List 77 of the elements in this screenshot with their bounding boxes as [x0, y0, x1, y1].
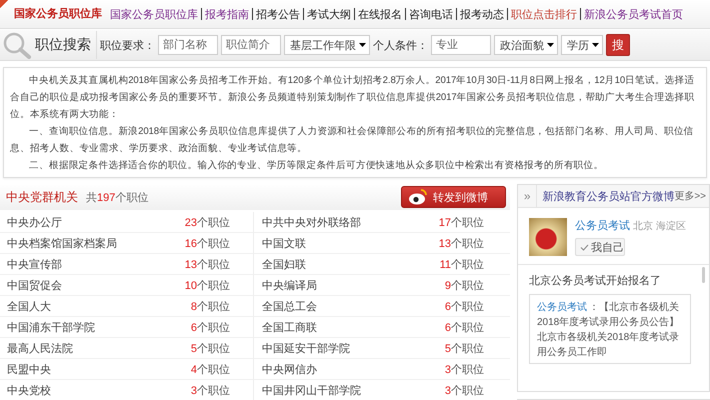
- unit-link[interactable]: 中国井冈山干部学院: [262, 382, 361, 398]
- unit-link[interactable]: 中央宣传部: [7, 256, 62, 272]
- unit-link[interactable]: 全国工商联: [262, 320, 317, 334]
- nav-link[interactable]: 职位点击排行: [508, 6, 580, 22]
- unit-link[interactable]: 中央编译局: [262, 278, 317, 292]
- text-input-field[interactable]: 部门名称: [158, 35, 218, 55]
- post-text: 北京公务员考试开始报名了: [529, 274, 662, 288]
- position-count: 6个职位: [444, 320, 484, 334]
- total-count: 共197个职位: [86, 190, 150, 204]
- dropdown-select[interactable]: 基层工作年限: [284, 35, 370, 55]
- dropdown-select[interactable]: 政治面貌: [494, 35, 558, 55]
- unit-link[interactable]: 中央办公厅: [7, 214, 62, 230]
- nav-link[interactable]: 咨询电话: [406, 6, 456, 22]
- self-button[interactable]: 我自己: [575, 238, 625, 256]
- intro-paragraph: 二、根据限定条件选择适合你的职位。输入你的专业、学历等限定条件后可方便快速地从众多职位中检索出有资格报考的所有职位。: [28, 159, 604, 173]
- unit-link[interactable]: 中央网信办: [262, 362, 317, 376]
- unit-link[interactable]: 中央档案馆国家档案局: [7, 236, 117, 250]
- position-count: 13个职位: [184, 258, 230, 272]
- caret-icon: [592, 43, 599, 47]
- search-icon: [2, 31, 32, 59]
- scrollbar-thumb[interactable]: [702, 267, 705, 283]
- quote-author-link[interactable]: 公务员考试: [537, 302, 587, 313]
- position-count: 23个职位: [184, 216, 230, 230]
- field-label: 职位要求：: [100, 38, 155, 52]
- account-name-link[interactable]: 公务员考试: [575, 220, 630, 232]
- search-button[interactable]: 搜: [606, 34, 630, 56]
- unit-link[interactable]: 中央党校: [7, 382, 51, 398]
- position-count: 6个职位: [444, 300, 484, 314]
- intro-paragraph: 一、查询职位信息。新浪2018年国家公务员职位信息库提供了人力资源和社会保障部公布的所有招考职位的完整信息，包括部门名称、用人司局、职位信息、招考人数、专业需求、学历要求、政治面貌、专业考试信息等。: [10, 125, 695, 156]
- position-count: 5个职位: [444, 342, 484, 356]
- unit-link[interactable]: 中共中央对外联络部: [262, 214, 361, 230]
- position-count: 4个职位: [190, 362, 230, 376]
- unit-link[interactable]: 中国浦东干部学院: [7, 320, 95, 334]
- dropdown-select[interactable]: 学历: [561, 35, 603, 55]
- unit-link[interactable]: 最高人民法院: [7, 340, 73, 356]
- more-link[interactable]: 更多>>: [674, 189, 709, 203]
- field-label: 个人条件：: [373, 38, 428, 52]
- search-title: 职位搜索: [35, 36, 91, 54]
- position-count: 11个职位: [440, 258, 484, 272]
- nav-link[interactable]: 国家公务员职位库: [107, 6, 201, 22]
- nav-link[interactable]: 报考指南: [202, 6, 252, 22]
- position-count: 6个职位: [190, 320, 230, 334]
- position-count: 10个职位: [184, 278, 230, 292]
- nav-link[interactable]: 在线报名: [355, 6, 405, 22]
- unit-link[interactable]: 全国人大: [7, 298, 51, 314]
- position-count: 16个职位: [184, 236, 230, 250]
- position-count: 8个职位: [190, 300, 230, 314]
- caret-icon: [359, 43, 366, 47]
- position-count: 3个职位: [444, 384, 484, 398]
- intro-paragraph: 中央机关及其直属机构2018年国家公务员招考工作开始。有120多个单位计划招考2.8万余人。2017年10月30日-11月8日网上报名，12月10日笔试。选择适合自己的职位是成功报考国家公务员的重要环节。新浪公务员频道特别策划制作了职位信息库提供2017年国家公务员招考职位信息，帮助广大考生合理选择职位。本系统有两大功能：: [10, 74, 696, 122]
- share-weibo-button[interactable]: 转发到微博: [401, 186, 506, 208]
- location-text: 北京 海淀区: [633, 221, 686, 232]
- nav-link[interactable]: 报考动态: [457, 6, 507, 22]
- position-count: 9个职位: [444, 278, 484, 292]
- panel-title: 新浪教育公务员站官方微博: [541, 190, 674, 204]
- unit-link[interactable]: 中国延安干部学院: [262, 340, 350, 356]
- position-count: 17个职位: [438, 216, 484, 230]
- position-count: 3个职位: [444, 362, 484, 376]
- unit-link[interactable]: 民盟中央: [7, 362, 51, 376]
- text-input-field[interactable]: 职位简介: [221, 35, 281, 55]
- unit-link[interactable]: 中国贸促会: [7, 278, 62, 292]
- quote-text: 公务员考试 ：【北京市各级机关2018年度考试录用公务员公告】北京市各级机关2018年度考试录用公务员工作即: [537, 300, 680, 360]
- check-icon: [580, 244, 589, 250]
- unit-link[interactable]: 全国妇联: [262, 256, 306, 272]
- position-count: 3个职位: [190, 384, 230, 398]
- unit-link[interactable]: 中国文联: [262, 236, 306, 250]
- caret-icon: [547, 43, 554, 47]
- nav-link[interactable]: 考试大纲: [304, 6, 354, 22]
- nav-link[interactable]: 招考公告: [253, 6, 303, 22]
- nav-link[interactable]: 新浪公务员考试首页: [581, 6, 686, 22]
- section-title: 中央党群机关: [6, 188, 78, 206]
- text-input-field[interactable]: 专业: [431, 35, 491, 55]
- position-count: 13个职位: [438, 236, 484, 250]
- avatar-picture: [529, 218, 567, 256]
- weibo-eye-icon: [408, 189, 428, 205]
- unit-link[interactable]: 全国总工会: [262, 298, 317, 314]
- position-count: 5个职位: [190, 342, 230, 356]
